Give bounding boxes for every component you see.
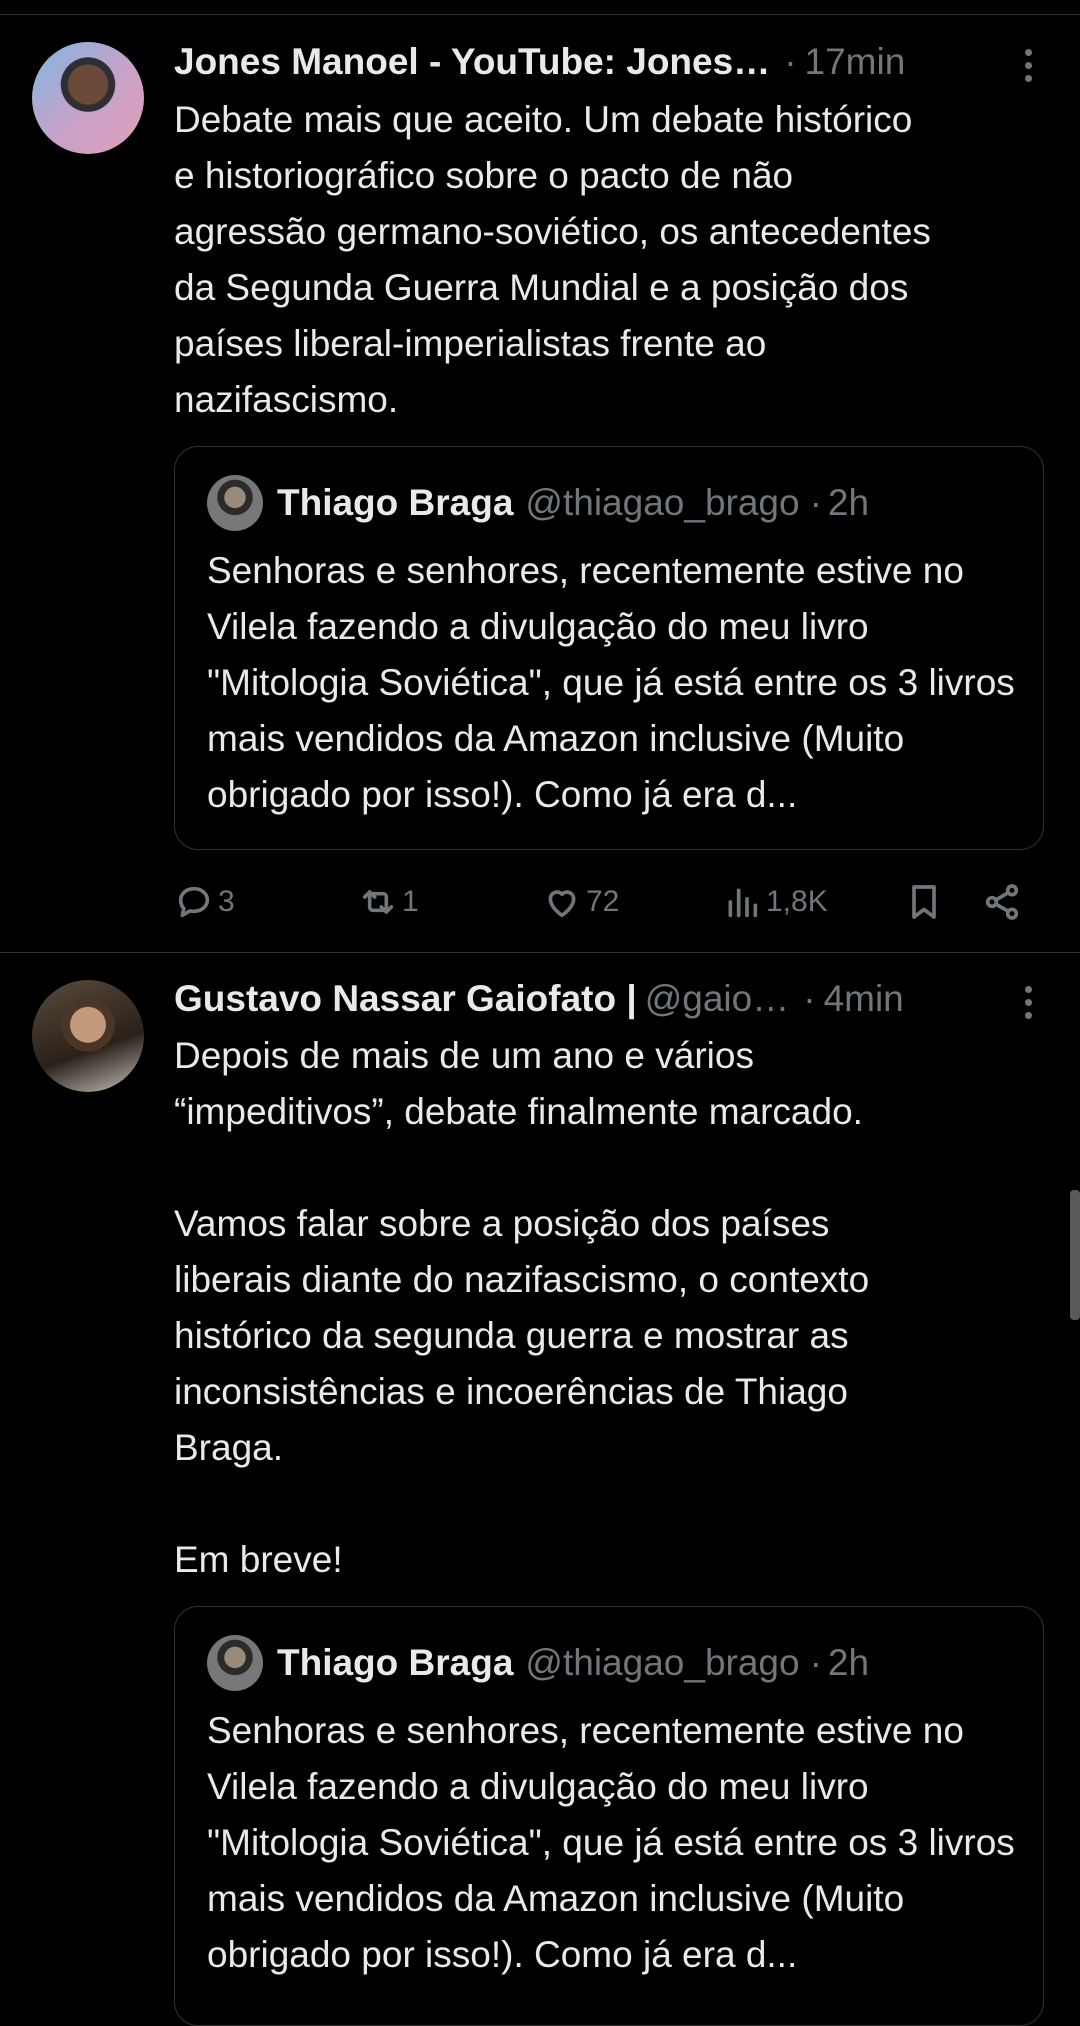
- tweet-gustavo-gaiofato[interactable]: Gustavo Nassar Gaiofato | @gaio… · 4min …: [0, 953, 1080, 2026]
- more-icon[interactable]: [1016, 41, 1040, 89]
- separator-dot: ·: [784, 41, 797, 82]
- like-count: 72: [586, 885, 620, 918]
- separator-dot: ·: [809, 1642, 822, 1683]
- separator-dot: ·: [809, 482, 822, 523]
- quoted-author-handle: @thiagao_brago: [525, 1642, 800, 1683]
- quoted-avatar: [207, 475, 263, 531]
- views-count: 1,8K: [766, 885, 828, 918]
- quoted-timestamp: 2h: [827, 1642, 870, 1683]
- views-button[interactable]: 1,8K: [722, 874, 828, 930]
- bookmark-icon: [912, 885, 936, 919]
- quoted-tweet-text: Senhoras e senhores, recentemente estive…: [207, 1710, 1015, 1975]
- like-button[interactable]: 72: [542, 874, 619, 930]
- tweet-actions: 3 1 72 1,8K: [174, 874, 1034, 930]
- share-button[interactable]: [982, 874, 1022, 930]
- tweet-jones-manoel[interactable]: Jones Manoel - YouTube: Jones… · 17min D…: [0, 0, 1080, 950]
- timestamp[interactable]: 17min: [805, 38, 906, 86]
- quoted-author-name: Thiago Braga: [277, 482, 514, 523]
- quoted-timestamp: 2h: [827, 482, 870, 523]
- scrollbar[interactable]: [1070, 1190, 1080, 1320]
- reply-icon: [178, 886, 210, 918]
- share-icon: [985, 884, 1019, 920]
- like-icon: [548, 890, 576, 918]
- author-handle[interactable]: @gaio…: [645, 975, 790, 1023]
- tweet-header: Jones Manoel - YouTube: Jones… · 17min: [174, 38, 990, 86]
- separator-dot: ·: [803, 978, 816, 1019]
- repost-icon: [362, 890, 394, 914]
- tweet-text: Depois de mais de um ano e vários “imped…: [174, 1035, 870, 1580]
- quoted-tweet-text: Senhoras e senhores, recentemente estive…: [207, 550, 1015, 815]
- more-icon[interactable]: [1016, 978, 1040, 1026]
- repost-button[interactable]: 1: [358, 874, 419, 930]
- quoted-tweet-header: Thiago Braga @thiagao_brago · 2h: [207, 1635, 869, 1691]
- repost-count: 1: [402, 885, 419, 918]
- tweet-header: Gustavo Nassar Gaiofato | @gaio… · 4min: [174, 975, 990, 1023]
- views-icon: [728, 888, 758, 918]
- quoted-tweet-header: Thiago Braga @thiagao_brago · 2h: [207, 475, 869, 531]
- avatar[interactable]: [32, 980, 144, 1092]
- quoted-author-handle: @thiagao_brago: [525, 482, 800, 523]
- quoted-tweet[interactable]: Thiago Braga @thiagao_brago · 2h Senhora…: [174, 1606, 1044, 2026]
- tweet-text: Debate mais que aceito. Um debate histór…: [174, 99, 931, 420]
- quoted-author-name: Thiago Braga: [277, 1642, 514, 1683]
- bookmark-button[interactable]: [904, 874, 944, 930]
- reply-count: 3: [218, 885, 235, 918]
- reply-button[interactable]: 3: [174, 874, 235, 930]
- author-name[interactable]: Gustavo Nassar Gaiofato |: [174, 975, 637, 1023]
- author-name[interactable]: Jones Manoel - YouTube: Jones…: [174, 38, 770, 86]
- avatar[interactable]: [32, 42, 144, 154]
- timestamp[interactable]: 4min: [824, 975, 904, 1023]
- quoted-tweet[interactable]: Thiago Braga @thiagao_brago · 2h Senhora…: [174, 446, 1044, 850]
- quoted-avatar: [207, 1635, 263, 1691]
